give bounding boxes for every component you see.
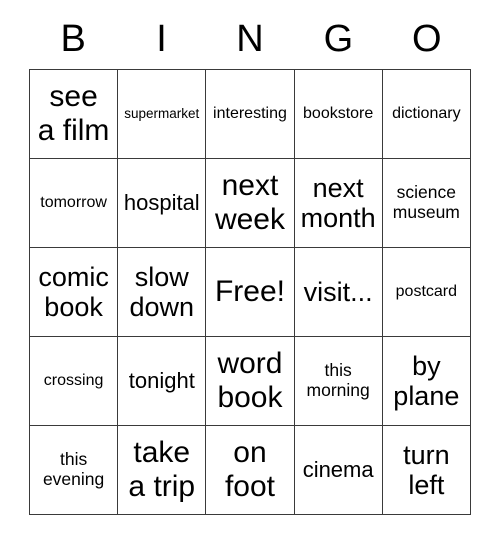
- bingo-cell-label: on foot: [224, 436, 275, 503]
- bingo-cell[interactable]: hospital: [118, 159, 207, 248]
- bingo-cell[interactable]: this evening: [30, 426, 119, 515]
- bingo-cell-label: Free!: [214, 275, 285, 309]
- bingo-row: comic book slow down Free! visit... postcard: [30, 248, 471, 337]
- bingo-cell[interactable]: postcard: [382, 248, 471, 337]
- bingo-cell[interactable]: science museum: [382, 159, 471, 248]
- bingo-cell-label: visit...: [303, 276, 373, 307]
- bingo-cell[interactable]: this morning: [294, 337, 383, 426]
- bingo-cell-label: science museum: [392, 182, 460, 222]
- bingo-cell-label: word book: [217, 347, 283, 414]
- bingo-cell-label: by plane: [393, 350, 460, 411]
- bingo-cell[interactable]: word book: [206, 337, 295, 426]
- bingo-cell-label: next month: [300, 172, 376, 233]
- bingo-cell-label: slow down: [129, 261, 195, 322]
- bingo-cell[interactable]: comic book: [30, 248, 119, 337]
- bingo-cell[interactable]: slow down: [118, 248, 207, 337]
- header-letter-i: I: [156, 18, 167, 60]
- bingo-cell-label: comic book: [38, 261, 109, 322]
- bingo-cell-label: this morning: [306, 360, 370, 400]
- bingo-cell[interactable]: by plane: [382, 337, 471, 426]
- bingo-cell[interactable]: dictionary: [382, 70, 471, 159]
- bingo-cell-label: take a trip: [128, 436, 196, 503]
- bingo-cell[interactable]: tomorrow: [30, 159, 119, 248]
- bingo-header: B I N G O: [29, 9, 471, 69]
- bingo-cell-label: next week: [214, 169, 285, 236]
- bingo-cell[interactable]: visit...: [294, 248, 383, 337]
- bingo-free-space-cell[interactable]: Free!: [206, 248, 295, 337]
- bingo-cell-label: bookstore: [303, 105, 374, 123]
- bingo-cell-label: postcard: [395, 283, 458, 301]
- bingo-cell[interactable]: tonight: [118, 337, 207, 426]
- bingo-cell-label: see a film: [37, 80, 110, 147]
- bingo-cell[interactable]: crossing: [30, 337, 119, 426]
- bingo-row: see a film supermarket interesting bookstor…: [30, 70, 471, 159]
- bingo-cell[interactable]: next month: [294, 159, 383, 248]
- bingo-row: tomorrow hospital next week next month scien…: [30, 159, 471, 248]
- bingo-grid: see a film supermarket interesting bookstor…: [29, 69, 471, 515]
- header-letter-b: B: [60, 18, 86, 60]
- bingo-cell[interactable]: take a trip: [118, 426, 207, 515]
- header-letter-g: G: [323, 18, 354, 60]
- bingo-cell-label: tonight: [128, 367, 195, 393]
- bingo-cell[interactable]: bookstore: [294, 70, 383, 159]
- bingo-cell[interactable]: supermarket: [118, 70, 207, 159]
- bingo-card: B I N G O see a film supermarket interesti…: [29, 9, 471, 515]
- bingo-cell[interactable]: turn left: [382, 426, 471, 515]
- bingo-cell[interactable]: cinema: [294, 426, 383, 515]
- bingo-cell[interactable]: interesting: [206, 70, 295, 159]
- bingo-cell-label: cinema: [302, 456, 374, 482]
- bingo-cell[interactable]: see a film: [30, 70, 119, 159]
- bingo-row: this evening take a trip on foot cinema turn…: [30, 426, 471, 515]
- bingo-cell-label: turn left: [403, 439, 450, 500]
- bingo-cell-label: dictionary: [392, 105, 461, 123]
- bingo-row: crossing tonight word book this morning by p…: [30, 337, 471, 426]
- header-letter-o: O: [411, 18, 442, 60]
- bingo-cell[interactable]: next week: [206, 159, 295, 248]
- bingo-cell[interactable]: on foot: [206, 426, 295, 515]
- bingo-cell-label: tomorrow: [40, 194, 107, 212]
- header-letter-n: N: [236, 18, 264, 60]
- bingo-cell-label: interesting: [213, 105, 287, 123]
- bingo-cell-label: crossing: [43, 372, 104, 390]
- bingo-cell-label: this evening: [42, 449, 105, 489]
- bingo-cell-label: supermarket: [124, 106, 200, 122]
- bingo-cell-label: hospital: [123, 189, 200, 215]
